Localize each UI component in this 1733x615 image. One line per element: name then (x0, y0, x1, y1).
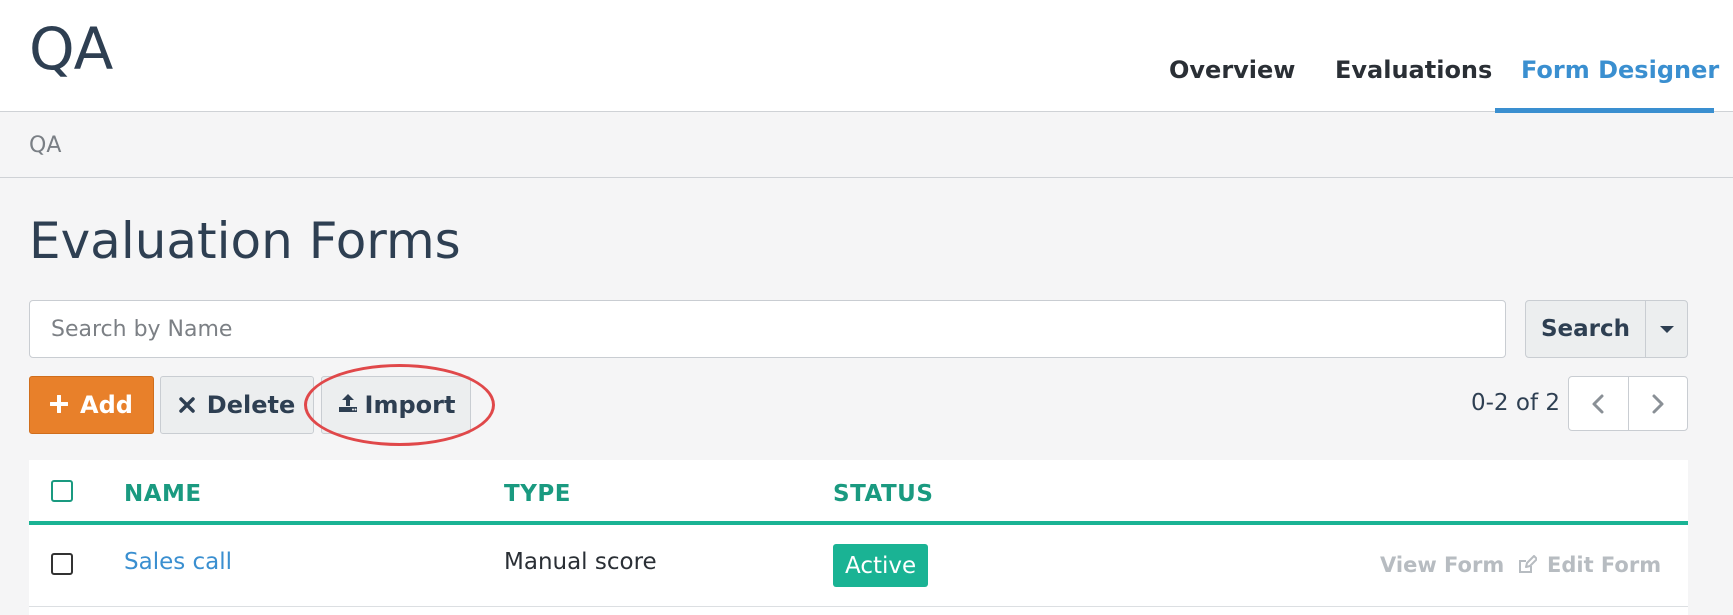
column-header-name[interactable]: NAME (124, 481, 202, 507)
edit-form-label: Edit Form (1547, 553, 1662, 577)
table-header: NAME TYPE STATUS (29, 460, 1688, 525)
table-row: Sales call Manual score Active View Form… (29, 529, 1688, 607)
next-page-button[interactable] (1627, 377, 1687, 430)
add-button-label: Add (80, 391, 133, 419)
import-button[interactable]: Import (321, 376, 471, 434)
page-title: Evaluation Forms (29, 212, 461, 270)
delete-button[interactable]: Delete (160, 376, 314, 434)
search-input[interactable] (29, 300, 1506, 358)
search-button[interactable]: Search (1525, 300, 1646, 358)
view-form-link[interactable]: View Form (1380, 553, 1504, 577)
column-header-status[interactable]: STATUS (833, 481, 933, 507)
search-options-dropdown[interactable] (1645, 300, 1688, 358)
form-name-link[interactable]: Sales call (124, 549, 232, 575)
chevron-right-icon (1652, 394, 1664, 413)
upload-icon (337, 392, 359, 418)
plus-icon (49, 393, 70, 417)
tab-form-designer[interactable]: Form Designer (1521, 56, 1719, 84)
import-button-label: Import (364, 391, 456, 419)
chevron-left-icon (1592, 394, 1604, 413)
status-badge: Active (833, 544, 929, 587)
pencil-square-icon (1517, 555, 1537, 575)
delete-button-label: Delete (206, 391, 296, 419)
forms-table: NAME TYPE STATUS Sales call Manual score… (29, 460, 1688, 615)
app-title: QA (29, 15, 113, 83)
pagination-controls (1568, 376, 1688, 431)
row-checkbox[interactable] (51, 553, 73, 575)
tab-evaluations[interactable]: Evaluations (1335, 56, 1492, 84)
caret-down-icon (1659, 325, 1674, 333)
times-icon (179, 393, 195, 417)
pagination-range: 0-2 of 2 (1471, 390, 1560, 416)
add-button[interactable]: Add (29, 376, 154, 434)
select-all-checkbox[interactable] (51, 480, 73, 502)
previous-page-button[interactable] (1569, 377, 1628, 430)
top-header: QA Overview Evaluations Form Designer (0, 0, 1733, 113)
tab-overview[interactable]: Overview (1169, 56, 1295, 84)
column-header-type[interactable]: TYPE (504, 481, 571, 507)
form-type: Manual score (504, 549, 657, 575)
edit-form-link[interactable]: Edit Form (1517, 553, 1661, 577)
breadcrumb-item-qa[interactable]: QA (29, 133, 61, 158)
breadcrumb-bar (0, 112, 1733, 178)
